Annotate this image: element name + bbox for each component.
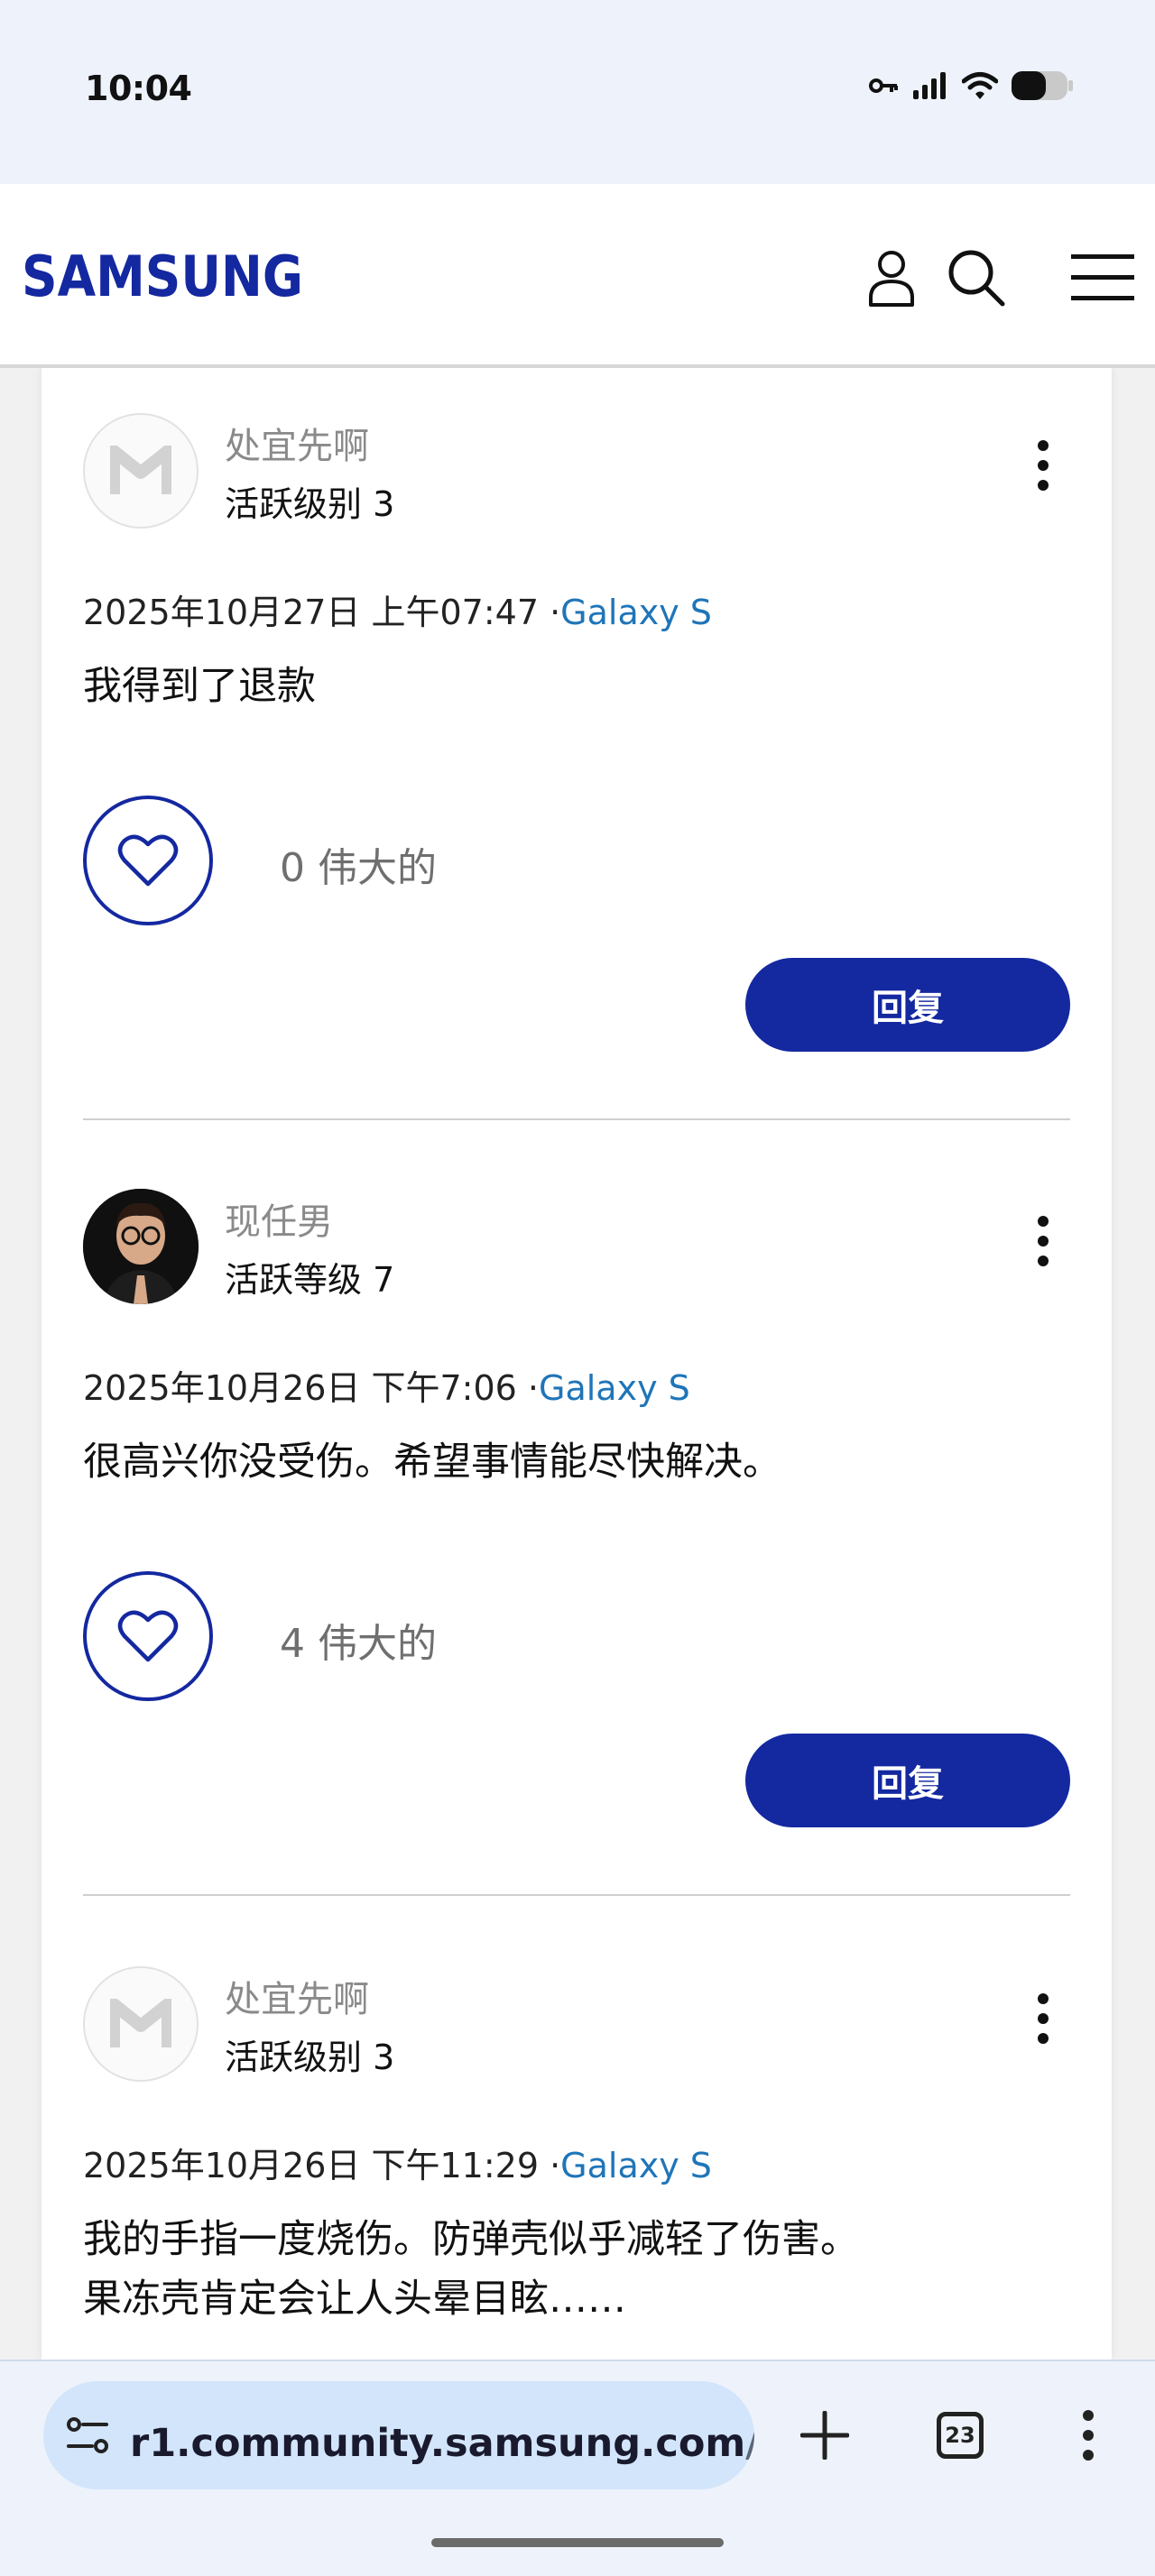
default-avatar-icon bbox=[110, 446, 171, 494]
author-name[interactable]: 处宜先啊 bbox=[225, 417, 369, 469]
post-meta: 2025年10月26日 下午11:29 ·Galaxy S bbox=[83, 2138, 712, 2187]
user-photo bbox=[83, 1189, 199, 1304]
search-icon bbox=[948, 250, 1005, 307]
avatar[interactable] bbox=[83, 1966, 199, 2082]
post-body-line: 我得到了退款 bbox=[83, 664, 316, 709]
default-avatar-icon bbox=[110, 1999, 171, 2047]
more-options-button[interactable] bbox=[1016, 1205, 1070, 1277]
post-datetime: 2025年10月26日 下午11:29 · bbox=[83, 2146, 561, 2185]
reply-button[interactable]: 回复 bbox=[745, 958, 1070, 1052]
author-rank: 活跃级别 3 bbox=[225, 484, 395, 524]
reply-post: 处宜先啊 活跃级别 3 2025年10月27日 上午07:47 ·Galaxy … bbox=[83, 402, 1070, 1120]
signal-icon bbox=[913, 72, 946, 99]
tab-count: 23 bbox=[937, 2412, 984, 2459]
like-count: 4 伟大的 bbox=[280, 1621, 437, 1667]
samsung-logo[interactable]: SAMSUNG bbox=[20, 244, 309, 310]
post-meta: 2025年10月26日 下午7:06 ·Galaxy S bbox=[83, 1360, 690, 1410]
account-button[interactable] bbox=[855, 242, 928, 314]
like-button[interactable] bbox=[83, 796, 213, 925]
more-options-button[interactable] bbox=[1016, 429, 1070, 501]
url-path: /t5/갤 bbox=[745, 2421, 754, 2466]
author-name[interactable]: 处宜先啊 bbox=[225, 1970, 369, 2022]
author-rank: 活跃级别 3 bbox=[225, 2038, 395, 2077]
status-bar: 10:04 bbox=[0, 0, 1155, 184]
avatar[interactable] bbox=[83, 413, 199, 529]
avatar[interactable] bbox=[83, 1189, 199, 1304]
status-icons bbox=[868, 70, 1074, 101]
post-body: 我得到了退款 bbox=[83, 657, 316, 716]
url-bar[interactable]: r1.community.samsung.com/t5/갤 bbox=[43, 2381, 754, 2489]
vpn-key-icon bbox=[869, 78, 898, 93]
replies-card: 处宜先啊 活跃级别 3 2025年10月27日 上午07:47 ·Galaxy … bbox=[42, 368, 1112, 2360]
site-settings-icon[interactable] bbox=[65, 2414, 110, 2459]
status-time: 10:04 bbox=[85, 69, 192, 108]
post-body-line: 果冻壳肯定会让人头晕目眩…… bbox=[83, 2277, 626, 2322]
board-link[interactable]: Galaxy S bbox=[560, 2146, 712, 2185]
more-options-button[interactable] bbox=[1016, 1983, 1070, 2055]
user-icon bbox=[869, 251, 914, 307]
brand-wordmark: SAMSUNG bbox=[22, 244, 303, 307]
post-datetime: 2025年10月27日 上午07:47 · bbox=[83, 593, 561, 632]
post-body: 我的手指一度烧伤。防弹壳似乎减轻了伤害。 果冻壳肯定会让人头晕目眩…… bbox=[83, 2210, 859, 2329]
post-divider bbox=[83, 1894, 1070, 1896]
post-body: 很高兴你没受伤。希望事情能尽快解决。 bbox=[83, 1432, 781, 1492]
like-count: 0 伟大的 bbox=[280, 845, 437, 891]
post-body-line: 很高兴你没受伤。希望事情能尽快解决。 bbox=[83, 1440, 781, 1485]
post-datetime: 2025年10月26日 下午7:06 · bbox=[83, 1368, 539, 1408]
search-button[interactable] bbox=[940, 242, 1012, 314]
more-vertical-icon bbox=[1038, 1216, 1049, 1266]
author-name[interactable]: 现任男 bbox=[225, 1192, 333, 1245]
reply-post: 现任男 活跃等级 7 2025年10月26日 下午7:06 ·Galaxy S … bbox=[83, 1178, 1070, 1896]
battery-icon bbox=[1012, 71, 1073, 100]
heart-icon bbox=[117, 1610, 179, 1662]
browser-bottom-bar: r1.community.samsung.com/t5/갤 23 bbox=[0, 2360, 1155, 2576]
thread-content: 处宜先啊 活跃级别 3 2025年10月27日 上午07:47 ·Galaxy … bbox=[0, 368, 1155, 2360]
more-vertical-icon bbox=[1038, 440, 1049, 491]
hamburger-menu-icon bbox=[1071, 254, 1134, 300]
browser-menu-button[interactable] bbox=[1052, 2399, 1124, 2471]
wifi-icon bbox=[962, 72, 998, 99]
site-header: SAMSUNG bbox=[0, 184, 1155, 368]
board-link[interactable]: Galaxy S bbox=[560, 593, 712, 632]
board-link[interactable]: Galaxy S bbox=[539, 1368, 690, 1408]
author-rank: 活跃等级 7 bbox=[225, 1260, 395, 1300]
url-text[interactable]: r1.community.samsung.com/t5/갤 bbox=[130, 2412, 754, 2468]
post-body-line: 我的手指一度烧伤。防弹壳似乎减轻了伤害。 bbox=[83, 2217, 859, 2262]
more-vertical-icon bbox=[1083, 2410, 1094, 2461]
menu-button[interactable] bbox=[1067, 242, 1139, 314]
reply-button[interactable]: 回复 bbox=[745, 1734, 1070, 1827]
heart-icon bbox=[117, 834, 179, 887]
tab-switcher-button[interactable]: 23 bbox=[924, 2399, 996, 2471]
post-meta: 2025年10月27日 上午07:47 ·Galaxy S bbox=[83, 584, 712, 634]
post-divider bbox=[83, 1118, 1070, 1120]
like-button[interactable] bbox=[83, 1571, 213, 1701]
gesture-home-bar[interactable] bbox=[431, 2538, 724, 2547]
plus-icon bbox=[800, 2411, 849, 2460]
reply-post: 处宜先啊 活跃级别 3 2025年10月26日 下午11:29 ·Galaxy … bbox=[83, 1955, 1070, 2360]
new-tab-button[interactable] bbox=[789, 2399, 861, 2471]
url-host: r1.community.samsung.com bbox=[130, 2421, 746, 2466]
more-vertical-icon bbox=[1038, 1993, 1049, 2044]
